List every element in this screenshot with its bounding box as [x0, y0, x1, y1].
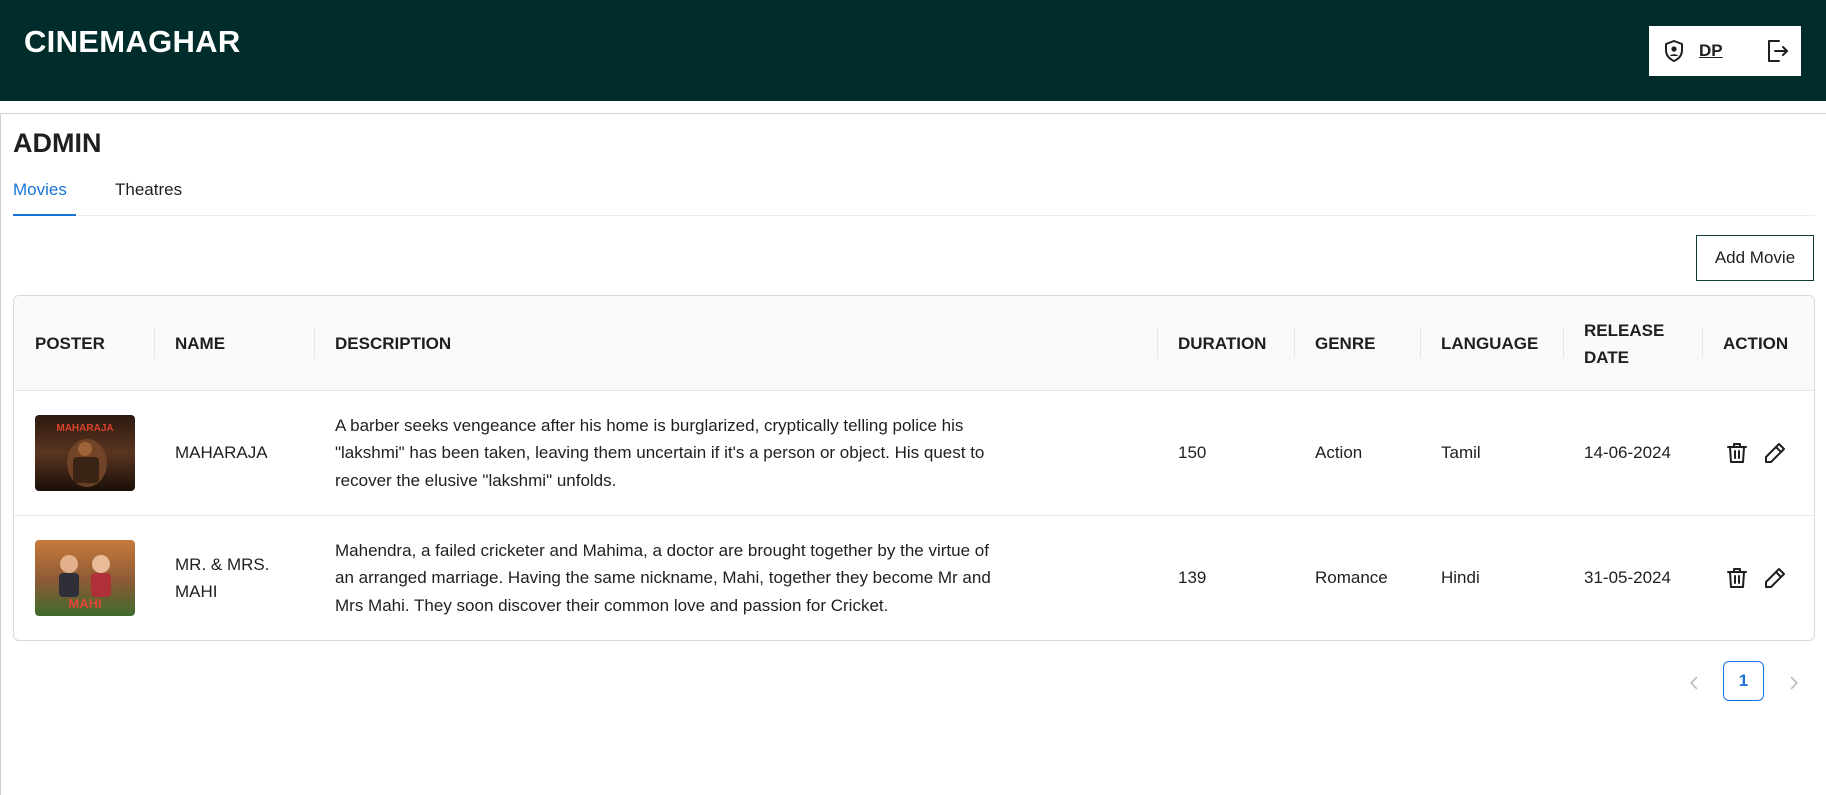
movie-language: Hindi	[1441, 568, 1480, 588]
col-action: ACTION	[1723, 334, 1789, 353]
movies-table: POSTER NAME DESCRIPTION DURATION GENRE L…	[13, 295, 1815, 641]
row-actions	[1725, 391, 1787, 515]
movie-name: MAHARAJA	[175, 443, 268, 463]
description-line: an arranged marriage. Having the same ni…	[335, 568, 991, 588]
col-release-date: RELEASE DATE	[1584, 296, 1664, 391]
movie-name-line: MR. & MRS.	[175, 554, 270, 574]
logout-icon[interactable]	[1765, 38, 1789, 64]
col-name: NAME	[175, 334, 226, 353]
poster-cell: MAHARAJA	[35, 391, 135, 515]
tab-movies[interactable]: Movies	[13, 176, 76, 216]
movie-description: A barber seeks vengeance after his home …	[335, 391, 1135, 515]
col-poster: POSTER	[35, 334, 105, 353]
table-row: MAHARAJA MAHARAJA A barber seeks vengean…	[14, 391, 1814, 515]
movie-duration: 150	[1178, 443, 1207, 463]
col-duration: DURATION	[1178, 334, 1267, 353]
description-line: recover the elusive "lakshmi" unfolds.	[335, 470, 617, 490]
col-description: DESCRIPTION	[335, 334, 452, 353]
movie-release-date: 14-06-2024	[1584, 443, 1671, 463]
chevron-right-icon[interactable]	[1786, 674, 1802, 692]
poster-title-text: MAHARAJA	[56, 423, 113, 434]
row-actions	[1725, 516, 1787, 640]
admin-tabs: Movies Theatres	[13, 176, 1815, 216]
movie-description: Mahendra, a failed cricketer and Mahima,…	[335, 516, 1135, 640]
description-line: Mahendra, a failed cricketer and Mahima,…	[335, 540, 989, 560]
add-movie-button[interactable]: Add Movie	[1696, 235, 1814, 281]
pagination-page-1[interactable]: 1	[1723, 661, 1764, 701]
movie-release-date: 31-05-2024	[1584, 568, 1671, 588]
movie-name: MR. & MRS. MAHI	[175, 516, 269, 640]
movie-name-line: MAHI	[175, 582, 218, 601]
trash-icon[interactable]	[1725, 566, 1749, 590]
movie-poster-maharaja: MAHARAJA	[35, 415, 135, 491]
user-menu: DP	[1649, 26, 1801, 76]
pencil-icon[interactable]	[1763, 441, 1787, 465]
movie-poster-mr-mrs-mahi: MAHI	[35, 540, 135, 616]
chevron-left-icon[interactable]	[1686, 674, 1702, 692]
col-release-date-line2: DATE	[1584, 347, 1630, 367]
description-line: "lakshmi" has been taken, leaving them u…	[335, 443, 985, 463]
col-language: LANGUAGE	[1441, 334, 1539, 353]
poster-title-text: MAHI	[68, 596, 101, 611]
page-title: ADMIN	[13, 128, 102, 158]
top-navbar: CINEMAGHAR DP	[0, 0, 1826, 101]
description-line: A barber seeks vengeance after his home …	[335, 415, 964, 435]
col-release-date-line1: RELEASE	[1584, 320, 1665, 340]
col-genre: GENRE	[1315, 334, 1376, 353]
movie-duration: 139	[1178, 568, 1207, 588]
shield-user-icon	[1663, 39, 1685, 63]
movie-genre: Action	[1315, 443, 1363, 463]
table-header: POSTER NAME DESCRIPTION DURATION GENRE L…	[14, 296, 1814, 391]
description-line: Mrs Mahi. They soon discover their commo…	[335, 595, 889, 615]
poster-cell: MAHI	[35, 516, 135, 640]
movie-language: Tamil	[1441, 443, 1481, 463]
trash-icon[interactable]	[1725, 441, 1749, 465]
table-row: MAHI MR. & MRS. MAHI Mahendra, a failed …	[14, 515, 1814, 639]
pencil-icon[interactable]	[1763, 566, 1787, 590]
brand-logo[interactable]: CINEMAGHAR	[24, 24, 241, 60]
user-profile-link[interactable]: DP	[1699, 41, 1723, 61]
tab-theatres[interactable]: Theatres	[115, 176, 195, 216]
movie-genre: Romance	[1315, 568, 1388, 588]
admin-content: ADMIN Movies Theatres Add Movie POSTER N…	[0, 113, 1826, 795]
